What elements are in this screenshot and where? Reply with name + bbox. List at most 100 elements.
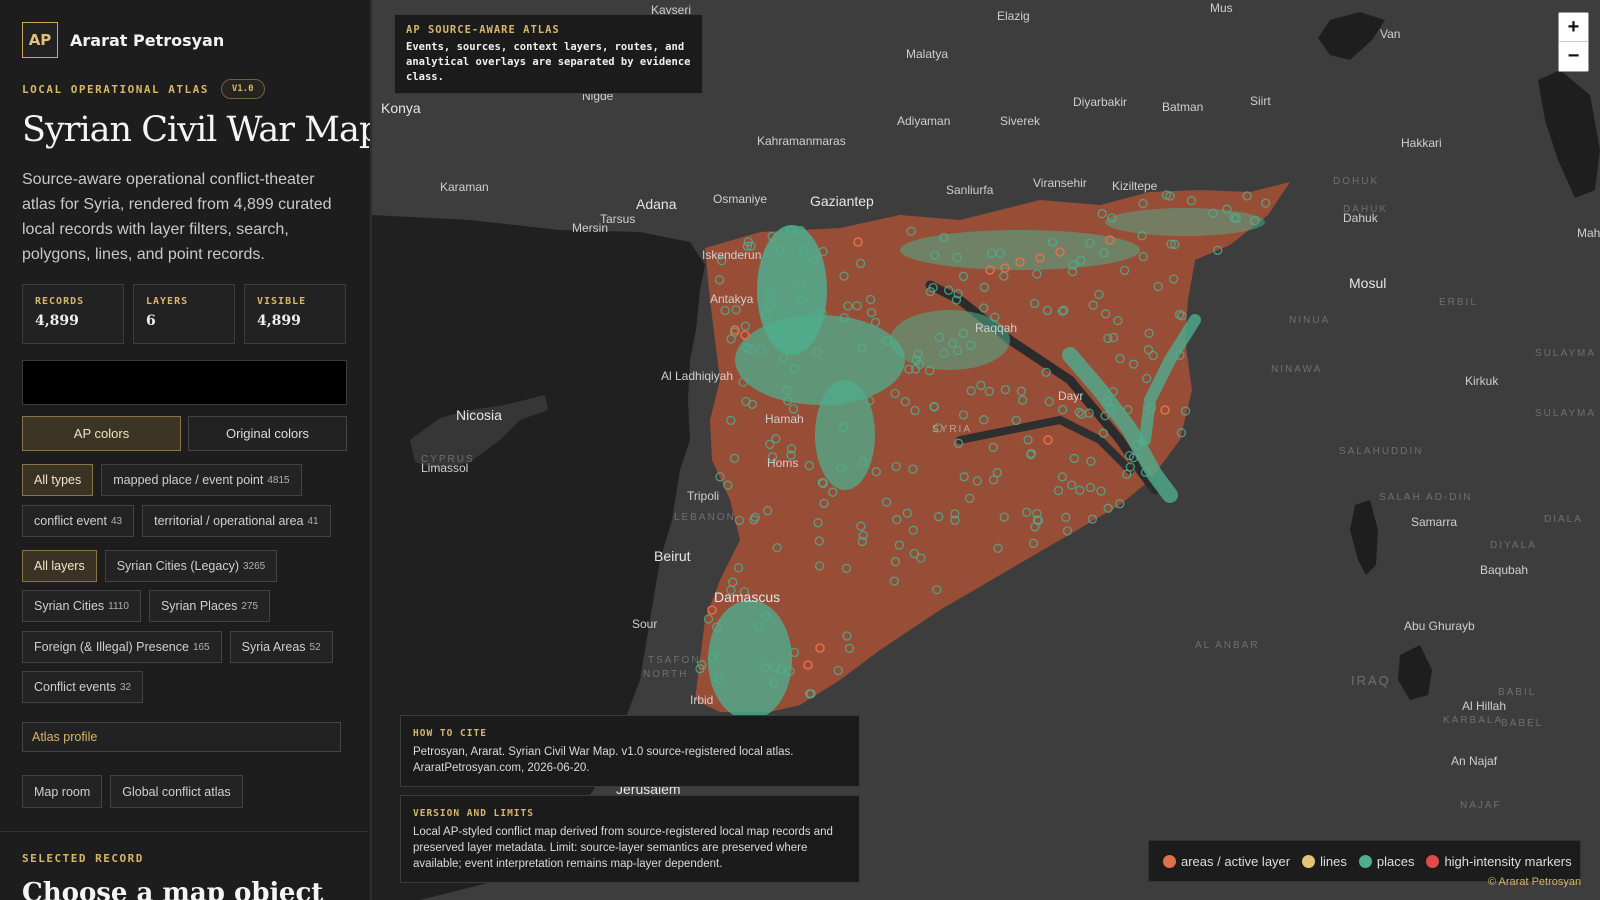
chip-label: conflict event — [34, 514, 107, 528]
atlas-profile-link[interactable]: Atlas profile — [22, 722, 341, 752]
region-label: ERBIL — [1439, 297, 1478, 308]
map-label: Abu Ghurayb — [1404, 619, 1475, 633]
map-label: Iskenderun — [702, 248, 761, 262]
region-label: NORTH — [643, 669, 688, 680]
map-label: Diyarbakir — [1073, 95, 1127, 109]
map-label: Konya — [381, 100, 421, 116]
chip-label: All layers — [34, 559, 85, 573]
original-colors-button[interactable]: Original colors — [188, 416, 347, 451]
layer-filter-row-2: Syrian Cities 1110 Syrian Places 275 — [22, 590, 271, 622]
stat-visible: VISIBLE 4,899 — [244, 284, 346, 344]
filter-syrian-cities-legacy[interactable]: Syrian Cities (Legacy) 3265 — [104, 550, 278, 582]
map-label: Al Ladhiqiyah — [661, 369, 733, 383]
region-label: NINAWA — [1271, 364, 1322, 375]
map-label: An Najaf — [1451, 754, 1498, 768]
page-description: Source-aware operational conflict-theate… — [22, 171, 332, 263]
map-label: Siverek — [1000, 114, 1041, 128]
limits-text: Local AP-styled conflict map derived fro… — [413, 826, 833, 870]
cluster-northeast[interactable] — [1105, 208, 1265, 236]
zoom-control: + − — [1558, 12, 1589, 72]
type-filter-row-2: conflict event 43 territorial / operation… — [22, 505, 331, 537]
map-label: Karaman — [440, 180, 489, 194]
map-label: Irbid — [690, 693, 713, 707]
filter-all-layers[interactable]: All layers — [22, 550, 97, 582]
filter-all-types[interactable]: All types — [22, 464, 94, 496]
chip-count: 275 — [241, 600, 259, 612]
cluster-hama[interactable] — [815, 380, 875, 490]
zoom-in-button[interactable]: + — [1559, 13, 1588, 42]
map-label: Viransehir — [1033, 176, 1087, 190]
map-label: Mosul — [1349, 275, 1386, 291]
region-label: NAJAF — [1460, 800, 1502, 811]
map-label: Hakkari — [1401, 136, 1442, 150]
global-atlas-link[interactable]: Global conflict atlas — [110, 775, 243, 808]
atlas-intro-box: AP SOURCE-AWARE ATLAS Events, sources, c… — [394, 14, 703, 94]
map-credit[interactable]: © Ararat Petrosyan — [1488, 876, 1581, 888]
stat-layers: LAYERS 6 — [133, 284, 235, 344]
filter-syrian-places[interactable]: Syrian Places 275 — [148, 590, 271, 622]
stat-value: 4,899 — [257, 313, 301, 329]
map-room-link[interactable]: Map room — [22, 775, 103, 808]
version-badge: V1.0 — [220, 79, 265, 99]
region-label: DIYALA — [1490, 540, 1537, 551]
map-label: Hamah — [765, 412, 804, 426]
selected-record-panel: SELECTED RECORD Choose a map object — [0, 831, 368, 900]
map-label: Beirut — [654, 548, 691, 564]
limits-kicker: VERSION AND LIMITS — [413, 808, 534, 819]
zoom-out-button[interactable]: − — [1559, 42, 1588, 71]
region-label: CYPRUS — [421, 454, 475, 465]
chip-label: Syrian Cities — [34, 599, 105, 613]
filter-syrian-cities[interactable]: Syrian Cities 1110 — [22, 590, 141, 622]
chip-label: mapped place / event point — [113, 473, 264, 487]
chip-label: territorial / operational area — [154, 514, 304, 528]
map-label: Baqubah — [1480, 563, 1528, 577]
filter-syria-areas[interactable]: Syria Areas 52 — [229, 631, 333, 663]
filter-territorial-area[interactable]: territorial / operational area 41 — [142, 505, 331, 537]
region-label: SALAHUDDIN — [1339, 446, 1423, 457]
intro-text: Events, sources, context layers, routes,… — [406, 41, 691, 83]
region-label: DAHUK — [1343, 204, 1388, 215]
chip-label: Foreign (& Illegal) Presence — [34, 640, 189, 654]
chip-label: Syria Areas — [241, 640, 306, 654]
map-label: Kahramanmaras — [757, 134, 846, 148]
ap-colors-button[interactable]: AP colors — [22, 416, 181, 451]
legend-item-areas: areas / active layer — [1163, 854, 1290, 869]
legend-swatch — [1358, 854, 1372, 868]
chip-count: 165 — [192, 641, 210, 653]
legend-swatch — [1302, 854, 1316, 868]
chip-count: 41 — [307, 515, 319, 527]
stat-label: VISIBLE — [257, 296, 307, 307]
cluster-idlib[interactable] — [735, 315, 905, 405]
chip-label: Conflict events — [34, 680, 116, 694]
legend-label: areas / active layer — [1181, 853, 1291, 869]
filter-conflict-event[interactable]: conflict event 43 — [22, 505, 135, 537]
brand-logo[interactable]: AP — [22, 22, 58, 58]
sidebar: AP Ararat Petrosyan LOCAL OPERATIONAL AT… — [0, 0, 371, 900]
layer-filter-row-1: All layers Syrian Cities (Legacy) 3265 — [22, 550, 278, 582]
layer-filter-row-3: Foreign (& Illegal) Presence 165 Syria Ar… — [22, 631, 333, 663]
map-label: Al Hillah — [1462, 699, 1506, 713]
stats-row: RECORDS 4,899 LAYERS 6 VISIBLE 4,899 — [22, 284, 346, 344]
map-label: Kirkuk — [1465, 374, 1499, 388]
map-label: Malatya — [906, 47, 948, 61]
map-label: Gaziantep — [810, 193, 874, 209]
region-label: BABIL — [1498, 687, 1536, 698]
cluster-damascus[interactable] — [708, 600, 792, 720]
map-label: Siirt — [1250, 94, 1271, 108]
cluster-north[interactable] — [900, 230, 1140, 270]
atlas-kicker-row: LOCAL OPERATIONAL ATLAS V1.0 — [22, 79, 265, 99]
map-label: Tarsus — [600, 212, 635, 226]
brand[interactable]: AP Ararat Petrosyan — [22, 22, 224, 58]
map-label: Adana — [636, 196, 677, 212]
filter-mapped-place[interactable]: mapped place / event point 4815 — [101, 464, 302, 496]
filter-foreign-presence[interactable]: Foreign (& Illegal) Presence 165 — [22, 631, 222, 663]
filter-conflict-events[interactable]: Conflict events 32 — [22, 671, 144, 703]
legend-item-high-intensity: high-intensity markers — [1426, 854, 1572, 869]
legend-label: lines — [1320, 853, 1347, 869]
legend-label: places — [1376, 853, 1415, 869]
version-limits-box: VERSION AND LIMITS Local AP-styled confl… — [400, 795, 860, 883]
brand-name[interactable]: Ararat Petrosyan — [70, 31, 224, 50]
stat-label: RECORDS — [35, 296, 85, 307]
map-label: Damascus — [714, 589, 780, 605]
search-input[interactable] — [22, 360, 347, 405]
